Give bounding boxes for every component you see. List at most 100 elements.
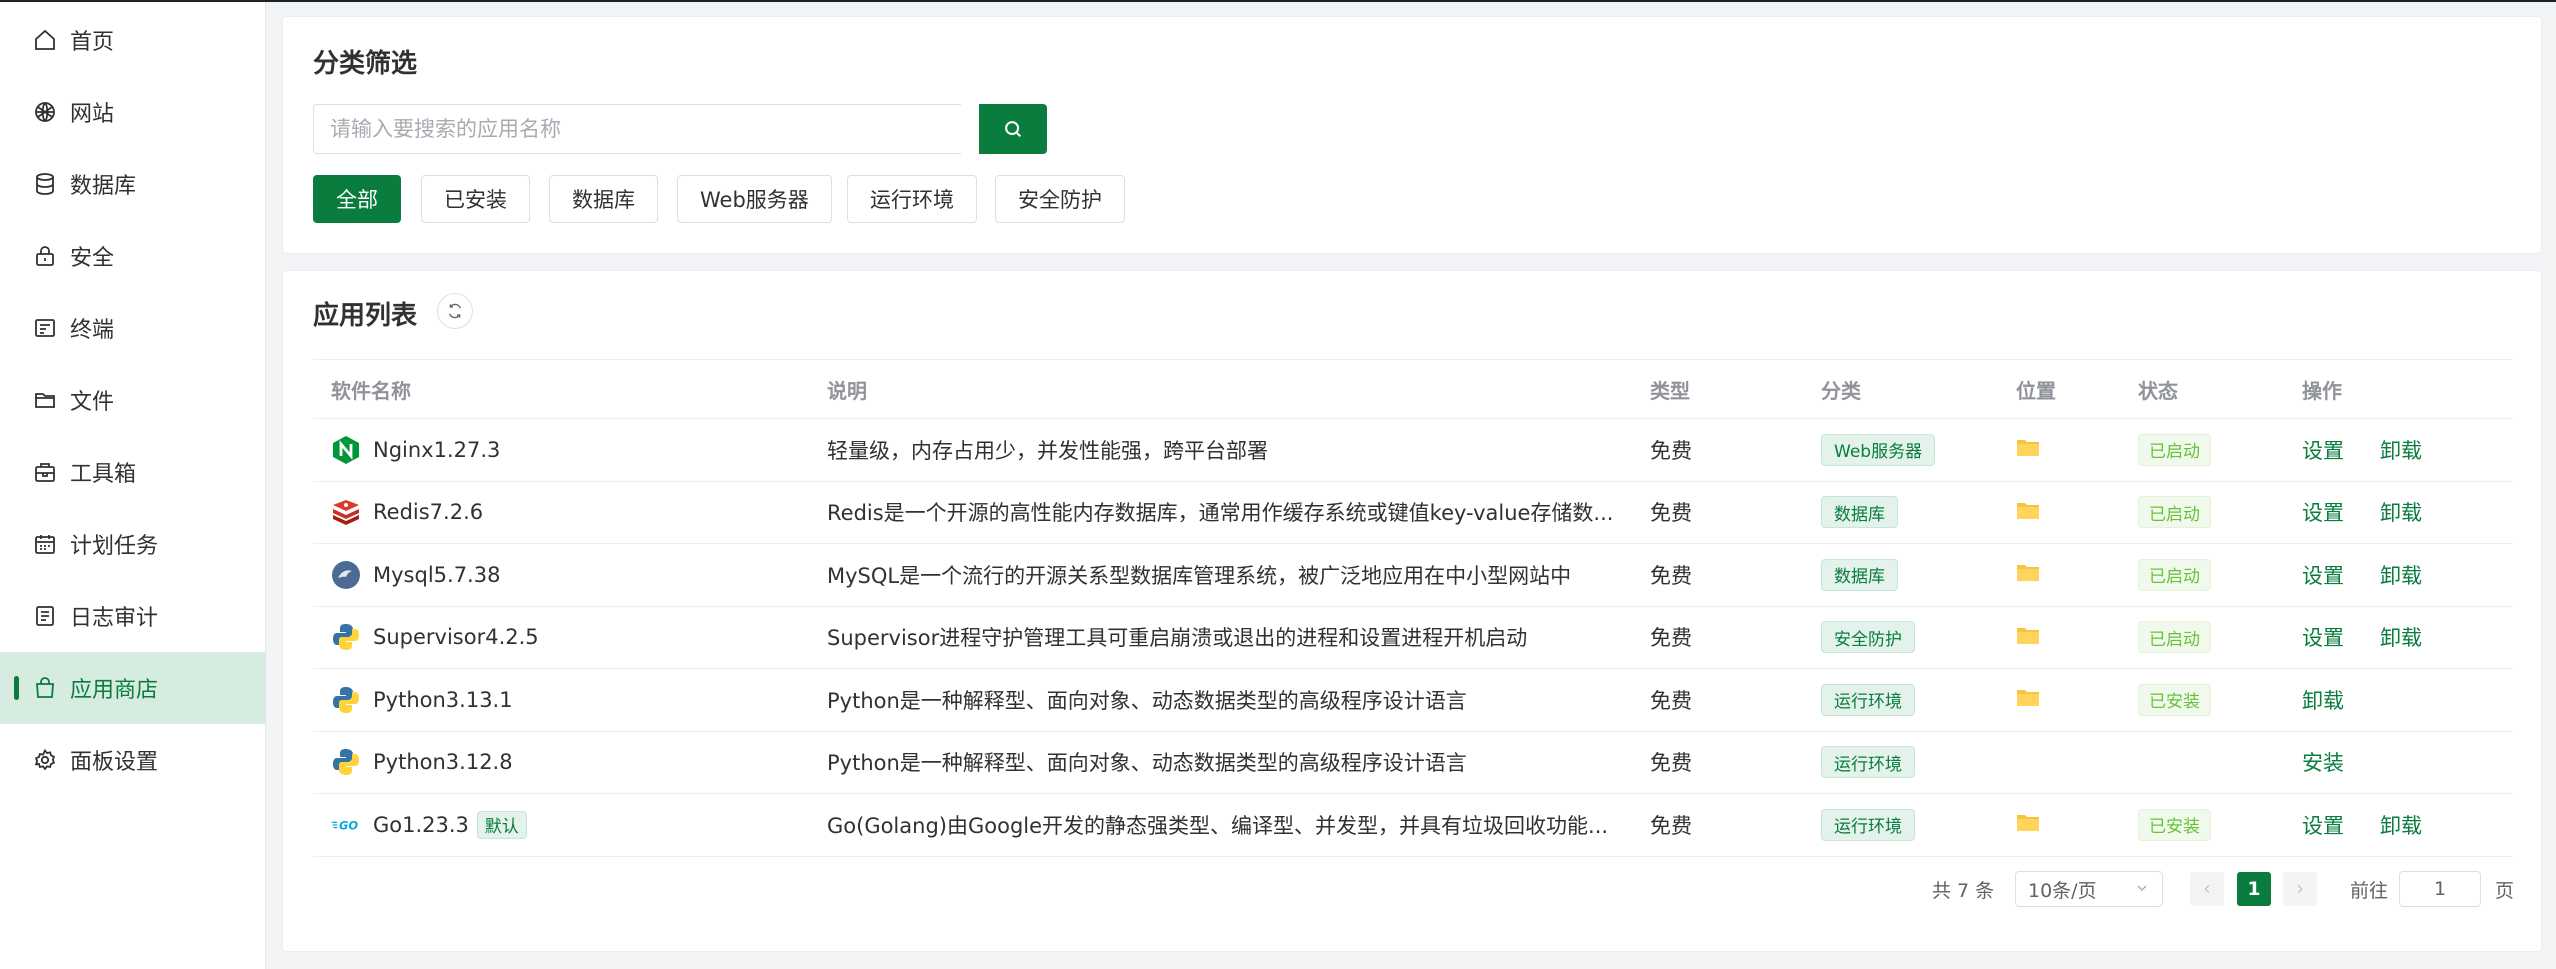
status-badge: 已安装 <box>2138 808 2211 841</box>
sidebar-item-files[interactable]: 文件 <box>0 364 266 436</box>
pagination-total: 共 7 条 <box>1932 879 1995 902</box>
folder-icon[interactable] <box>2016 437 2040 462</box>
redis-icon <box>331 497 361 527</box>
app-name: Supervisor4.2.5 <box>373 625 539 650</box>
sidebar-item-label: 面板设置 <box>70 750 159 775</box>
col-header-desc: 说明 <box>827 378 867 403</box>
home-icon <box>32 27 58 53</box>
python-icon <box>331 685 361 715</box>
app-description: Python是一种解释型、面向对象、动态数据类型的高级程序设计语言 <box>827 751 1467 776</box>
uninstall-link[interactable]: 卸载 <box>2302 685 2344 715</box>
folder-icon[interactable] <box>2016 562 2040 587</box>
col-header-name: 软件名称 <box>331 378 411 403</box>
status-badge: 已安装 <box>2138 683 2211 716</box>
filter-all-button[interactable]: 全部 <box>313 175 401 223</box>
sidebar-item-cron[interactable]: 计划任务 <box>0 508 266 580</box>
refresh-icon <box>449 303 461 319</box>
app-list-panel: 应用列表 软件名称 说明 类型 分类 位置 状态 操作 Nginx1.27.3 … <box>282 270 2542 952</box>
sidebar-item-logs[interactable]: 日志审计 <box>0 580 266 652</box>
page-size-value: 10条/页 <box>2028 879 2097 902</box>
sidebar-item-website[interactable]: 网站 <box>0 76 266 148</box>
sidebar-item-home[interactable]: 首页 <box>0 4 266 76</box>
app-name: Mysql5.7.38 <box>373 562 501 587</box>
filter-runtime-button[interactable]: 运行环境 <box>847 175 977 223</box>
settings-link[interactable]: 设置 <box>2302 435 2344 465</box>
nginx-icon <box>331 435 361 465</box>
app-list-title: 应用列表 <box>313 301 418 331</box>
folder-icon[interactable] <box>2016 687 2040 712</box>
chevron-left-icon <box>2204 885 2210 893</box>
search-button[interactable] <box>979 104 1047 154</box>
status-badge: 已启动 <box>2138 621 2211 654</box>
sidebar-item-label: 网站 <box>70 102 115 127</box>
table-row: Mysql5.7.38 MySQL是一个流行的开源关系型数据库管理系统，被广泛地… <box>313 544 2513 607</box>
goto-page-input[interactable] <box>2399 871 2481 907</box>
col-header-type: 类型 <box>1650 378 1690 403</box>
sidebar-item-app-store[interactable]: 应用商店 <box>0 652 266 724</box>
sidebar-item-label: 安全 <box>70 246 115 271</box>
chevron-right-icon <box>2297 885 2303 893</box>
category-tag: 运行环境 <box>1821 683 1915 716</box>
log-icon <box>32 603 58 629</box>
page-suffix-label: 页 <box>2495 879 2515 902</box>
install-link[interactable]: 安装 <box>2302 747 2344 777</box>
app-table: 软件名称 说明 类型 分类 位置 状态 操作 Nginx1.27.3 轻量级，内… <box>313 359 2513 857</box>
app-name: Redis7.2.6 <box>373 500 484 525</box>
page-size-select[interactable]: 10条/页 <box>2015 871 2163 907</box>
category-tag: 数据库 <box>1821 558 1898 591</box>
settings-link[interactable]: 设置 <box>2302 497 2344 527</box>
settings-link[interactable]: 设置 <box>2302 810 2344 840</box>
uninstall-link[interactable]: 卸载 <box>2380 810 2422 840</box>
globe-icon <box>32 99 58 125</box>
filter-security-button[interactable]: 安全防护 <box>995 175 1125 223</box>
search-icon <box>1005 121 1022 138</box>
folder-icon[interactable] <box>2016 625 2040 650</box>
col-header-status: 状态 <box>2138 378 2178 403</box>
settings-link[interactable]: 设置 <box>2302 560 2344 590</box>
app-name: Python3.12.8 <box>373 750 513 775</box>
folder-icon[interactable] <box>2016 812 2040 837</box>
filter-database-button[interactable]: 数据库 <box>549 175 658 223</box>
sidebar: 首页 网站 数据库 安全 终端 文件 工具箱 计划任务 日志审计 应用商店 面板… <box>0 2 266 969</box>
sidebar-item-database[interactable]: 数据库 <box>0 148 266 220</box>
filter-installed-button[interactable]: 已安装 <box>421 175 530 223</box>
table-header: 软件名称 说明 类型 分类 位置 状态 操作 <box>313 359 2513 419</box>
table-row: Python3.13.1 Python是一种解释型、面向对象、动态数据类型的高级… <box>313 669 2513 732</box>
folder-icon[interactable] <box>2016 500 2040 525</box>
next-page-button[interactable] <box>2283 872 2317 906</box>
app-type: 免费 <box>1650 501 1692 526</box>
app-name: Nginx1.27.3 <box>373 437 501 462</box>
col-header-category: 分类 <box>1821 378 1861 403</box>
sidebar-item-toolbox[interactable]: 工具箱 <box>0 436 266 508</box>
sidebar-item-settings[interactable]: 面板设置 <box>0 724 266 796</box>
table-row: GO Go1.23.3 默认 Go(Golang)由Google开发的静态强类型… <box>313 794 2513 857</box>
app-description: 轻量级，内存占用少，并发性能强，跨平台部署 <box>827 438 1268 463</box>
category-tag: Web服务器 <box>1821 433 1936 466</box>
filter-panel: 分类筛选 全部 已安装 数据库 Web服务器 运行环境 安全防护 <box>282 16 2542 254</box>
uninstall-link[interactable]: 卸载 <box>2380 435 2422 465</box>
page-number-current[interactable]: 1 <box>2237 872 2271 906</box>
python-icon <box>331 747 361 777</box>
refresh-button[interactable] <box>437 293 473 329</box>
app-type: 免费 <box>1650 438 1692 463</box>
settings-link[interactable]: 设置 <box>2302 622 2344 652</box>
app-description: MySQL是一个流行的开源关系型数据库管理系统，被广泛地应用在中小型网站中 <box>827 563 1572 588</box>
filter-title: 分类筛选 <box>313 49 418 79</box>
uninstall-link[interactable]: 卸载 <box>2380 560 2422 590</box>
uninstall-link[interactable]: 卸载 <box>2380 497 2422 527</box>
filter-webserver-button[interactable]: Web服务器 <box>677 175 832 223</box>
calendar-icon <box>32 531 58 557</box>
table-row: Redis7.2.6 Redis是一个开源的高性能内存数据库，通常用作缓存系统或… <box>313 482 2513 544</box>
app-search-input[interactable] <box>313 104 961 154</box>
default-badge: 默认 <box>476 810 527 839</box>
app-type: 免费 <box>1650 751 1692 776</box>
sidebar-item-security[interactable]: 安全 <box>0 220 266 292</box>
gear-icon <box>32 747 58 773</box>
uninstall-link[interactable]: 卸载 <box>2380 622 2422 652</box>
prev-page-button[interactable] <box>2190 872 2224 906</box>
app-name: Go1.23.3 <box>373 812 469 837</box>
status-badge: 已启动 <box>2138 558 2211 591</box>
sidebar-item-terminal[interactable]: 终端 <box>0 292 266 364</box>
app-name: Python3.13.1 <box>373 687 513 712</box>
app-description: Go(Golang)由Google开发的静态强类型、编译型、并发型，并具有垃圾回… <box>827 813 1609 838</box>
